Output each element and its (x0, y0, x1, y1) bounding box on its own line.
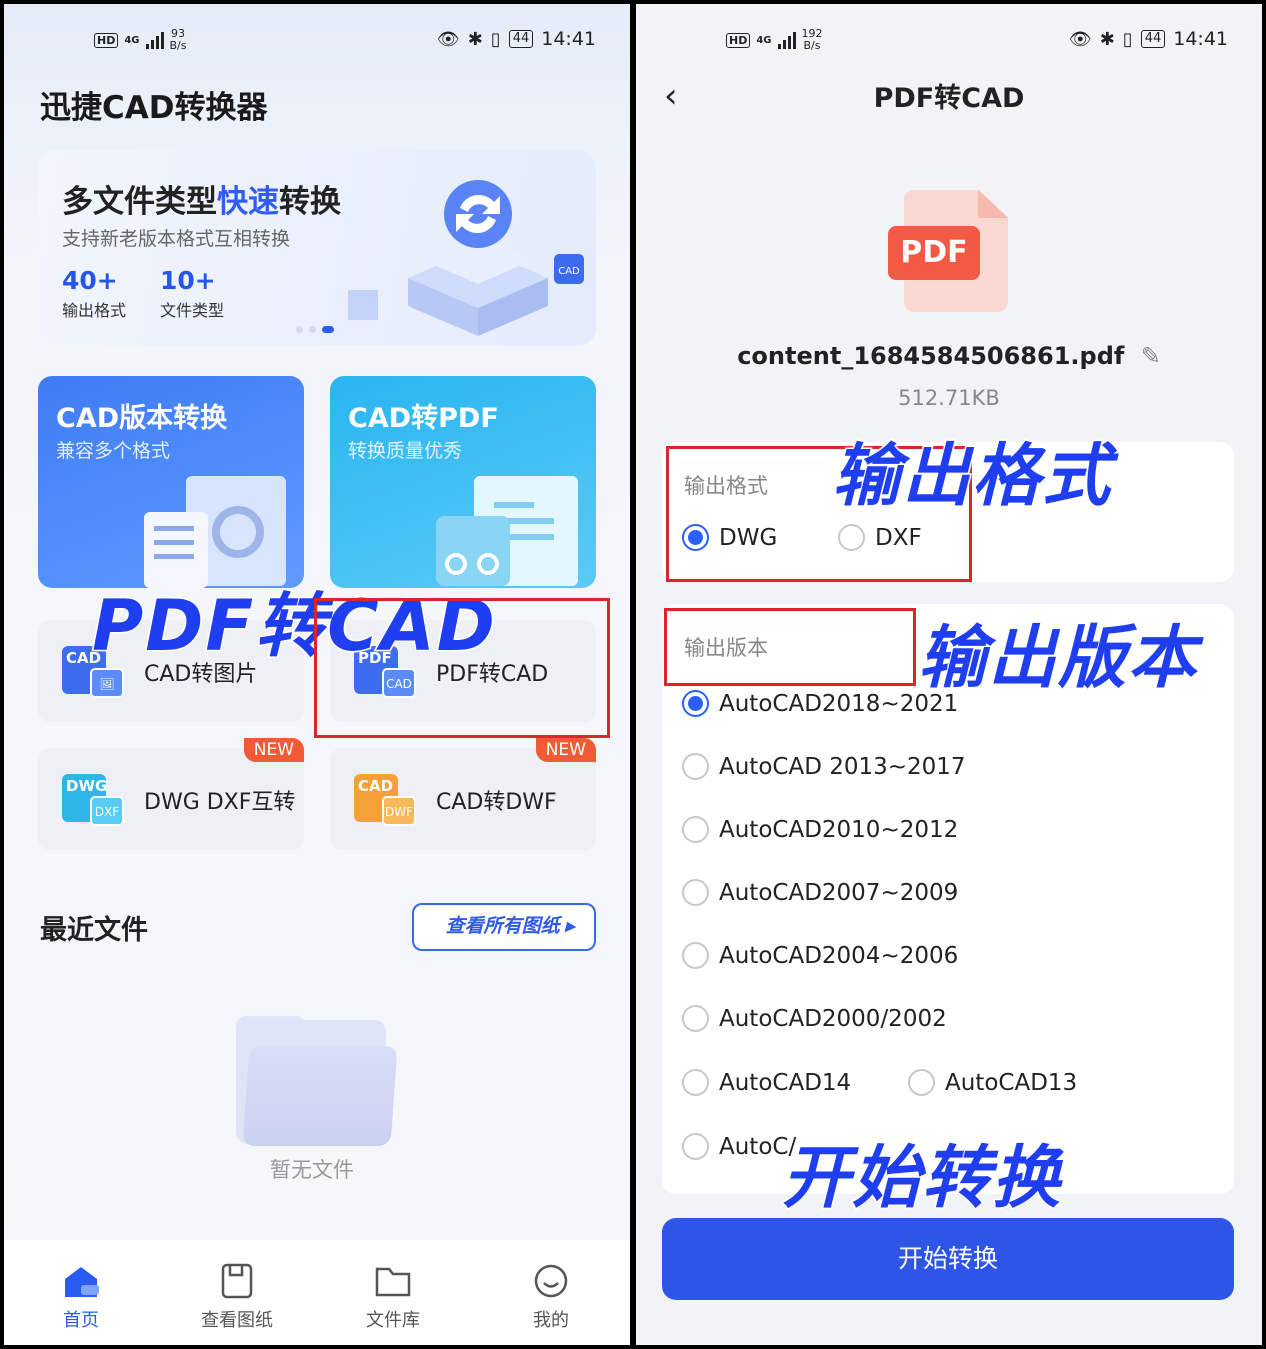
bottom-tab-bar: 首页 查看图纸 文件库 我的 (4, 1240, 630, 1345)
network-type: 4G (124, 34, 140, 46)
signal-icon (777, 31, 796, 49)
radio-circle (682, 942, 709, 969)
stat-file-types: 10+ 文件类型 (160, 266, 225, 320)
empty-folder-icon (236, 1016, 398, 1156)
net-speed: 93 B/s (169, 27, 187, 52)
bluetooth-icon: ✱ (1099, 28, 1115, 50)
radio-version-2000-2002[interactable]: AutoCAD2000/2002 (682, 1005, 947, 1032)
eye-icon: 👁 (436, 28, 460, 50)
eye-icon: 👁 (1068, 28, 1092, 50)
radio-version-partial[interactable]: AutoC/ (682, 1133, 796, 1160)
home-icon (36, 1262, 126, 1300)
tab-home[interactable]: 首页 (36, 1262, 126, 1332)
convert-illustration: CAD (348, 180, 584, 336)
dwg-dxf-icon: DWG DXF (62, 774, 124, 830)
promo-banner[interactable]: 多文件类型快速转换 支持新老版本格式互相转换 40+ 输出格式 10+ 文件类型 C… (38, 150, 596, 346)
radio-circle (908, 1069, 935, 1096)
card-title: CAD版本转换 (56, 403, 228, 434)
folder-icon (348, 1262, 438, 1300)
clock: 14:41 (541, 28, 596, 50)
cad-to-dwf-icon: CAD DWF (354, 774, 416, 830)
view-all-drawings-button[interactable]: 查看所有图纸 ▸ (412, 903, 596, 951)
bluetooth-icon: ✱ (467, 28, 483, 50)
battery-icon: 44 (1140, 30, 1166, 48)
new-badge: NEW (535, 738, 596, 762)
radio-version-2010-2012[interactable]: AutoCAD2010~2012 (682, 816, 958, 843)
vibrate-icon: ▯ (1122, 28, 1133, 50)
start-convert-button[interactable]: 开始转换 (662, 1218, 1234, 1300)
radio-version-2013-2017[interactable]: AutoCAD 2013~2017 (682, 753, 966, 780)
radio-circle (682, 1069, 709, 1096)
recent-files-title: 最近文件 (40, 915, 148, 946)
drawing-icon (192, 1262, 282, 1300)
edit-pencil-icon[interactable]: ✎ (1141, 342, 1161, 370)
net-speed: 192 B/s (801, 27, 823, 52)
tool-label: CAD转DWF (436, 790, 557, 815)
card-subtitle: 兼容多个格式 (56, 440, 171, 462)
file-size: 512.71KB (898, 386, 1000, 410)
radio-circle (682, 690, 709, 717)
radio-circle (682, 753, 709, 780)
radio-version-14[interactable]: AutoCAD14 (682, 1069, 851, 1096)
signal-icon (145, 31, 164, 49)
annotation-output-format: 输出格式 (830, 436, 1113, 518)
pdf-file-icon: PDF (888, 190, 1008, 312)
app-title: 迅捷CAD转换器 (40, 90, 268, 126)
new-badge: NEW (243, 738, 304, 762)
cad-version-convert-card[interactable]: CAD版本转换 兼容多个格式 (38, 376, 304, 588)
empty-state-text: 暂无文件 (270, 1158, 354, 1182)
tool-dwg-dxf-convert[interactable]: NEW DWG DXF DWG DXF互转 (38, 738, 304, 850)
banner-headline: 多文件类型快速转换 (62, 184, 341, 220)
radio-circle (682, 879, 709, 906)
radio-circle (682, 816, 709, 843)
tool-cad-to-dwf[interactable]: NEW CAD DWF CAD转DWF (330, 738, 596, 850)
banner-subtitle: 支持新老版本格式互相转换 (62, 228, 291, 250)
pdf-to-cad-screen: HD 4G 192 B/s 👁 ✱ ▯ 44 14:41 ‹ PDF转CAD PD… (636, 4, 1262, 1345)
vibrate-icon: ▯ (490, 28, 501, 50)
radio-version-2018-2021[interactable]: AutoCAD2018~2021 (682, 690, 958, 717)
tool-label: DWG DXF互转 (144, 790, 296, 815)
battery-icon: 44 (508, 30, 534, 48)
radio-circle (682, 1005, 709, 1032)
status-bar: HD 4G 93 B/s 👁 ✱ ▯ 44 14:41 (4, 24, 630, 58)
hd-icon: HD (726, 32, 751, 48)
tab-profile[interactable]: 我的 (506, 1262, 596, 1332)
status-bar: HD 4G 192 B/s 👁 ✱ ▯ 44 14:41 (636, 24, 1262, 58)
home-screen: HD 4G 93 B/s 👁 ✱ ▯ 44 14:41 迅捷CAD转换器 多文件类… (4, 4, 630, 1345)
carousel-dots[interactable] (296, 326, 334, 333)
cad-badge-text: CAD (558, 266, 580, 277)
tab-view-drawings[interactable]: 查看图纸 (192, 1262, 282, 1332)
radio-circle (682, 1133, 709, 1160)
smile-icon (506, 1262, 596, 1300)
annotation-output-version: 输出版本 (916, 618, 1199, 700)
file-name: content_1684584506861.pdf ✎ (737, 342, 1161, 370)
card-title: CAD转PDF (348, 403, 499, 434)
pdf-tag: PDF (888, 226, 980, 280)
clock: 14:41 (1173, 28, 1228, 50)
cad-to-pdf-card[interactable]: CAD转PDF 转换质量优秀 (330, 376, 596, 588)
radio-version-13[interactable]: AutoCAD13 (908, 1069, 1077, 1096)
hd-icon: HD (94, 32, 119, 48)
page-title: PDF转CAD (873, 83, 1025, 114)
highlight-box-pdf-to-cad (314, 598, 610, 738)
stat-output-formats: 40+ 输出格式 (62, 266, 127, 320)
highlight-box-output-version (664, 608, 916, 686)
network-type: 4G (756, 34, 772, 46)
card-subtitle: 转换质量优秀 (348, 440, 463, 462)
annotation-start-convert: 开始转换 (780, 1138, 1063, 1220)
radio-version-2004-2006[interactable]: AutoCAD2004~2006 (682, 942, 958, 969)
radio-version-2007-2009[interactable]: AutoCAD2007~2009 (682, 879, 958, 906)
tab-file-library[interactable]: 文件库 (348, 1262, 438, 1332)
